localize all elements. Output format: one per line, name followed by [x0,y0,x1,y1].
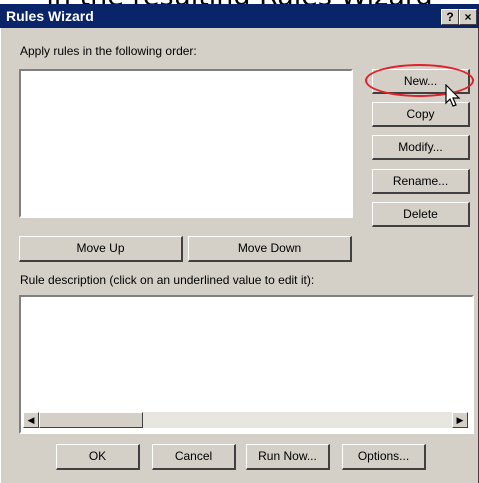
scroll-thumb[interactable] [39,412,143,428]
move-down-button[interactable]: Move Down [188,236,352,262]
cancel-button[interactable]: Cancel [152,444,236,470]
horizontal-scrollbar[interactable]: ◀ ▶ [23,412,468,428]
scroll-left-icon[interactable]: ◀ [23,412,39,428]
rule-description-box[interactable]: ◀ ▶ [19,295,474,434]
help-button[interactable]: ? [441,9,459,25]
rules-list-label: Apply rules in the following order: [20,44,197,58]
rename-button[interactable]: Rename... [372,169,470,194]
title-bar: Rules Wizard ? × [0,4,479,28]
scroll-right-icon[interactable]: ▶ [452,412,468,428]
window-title: Rules Wizard [6,8,94,24]
description-label: Rule description (click on an underlined… [20,273,315,287]
run-now-button[interactable]: Run Now... [246,444,330,470]
close-button[interactable]: × [459,9,477,25]
ok-button[interactable]: OK [56,444,140,470]
options-button[interactable]: Options... [342,444,426,470]
mouse-cursor-icon [445,84,461,107]
move-up-button[interactable]: Move Up [19,236,183,262]
delete-button[interactable]: Delete [372,202,470,227]
modify-button[interactable]: Modify... [372,135,470,160]
rules-list[interactable] [19,69,353,218]
